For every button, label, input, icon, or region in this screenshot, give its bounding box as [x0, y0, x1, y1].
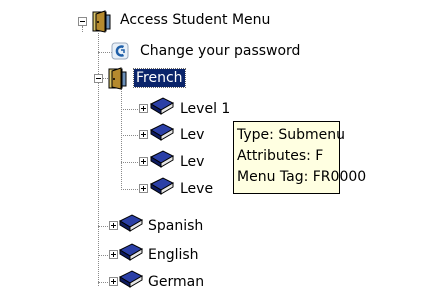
tree-item-access-student-menu[interactable]: Access Student Menu — [120, 11, 270, 29]
tree-line — [121, 109, 138, 110]
expand-spanish-button[interactable] — [109, 221, 118, 230]
tree-item-level-4[interactable]: Leve — [180, 180, 213, 198]
expand-level-button[interactable] — [139, 130, 148, 139]
tree-line — [121, 135, 138, 136]
minus-icon — [96, 78, 101, 79]
expand-english-button[interactable] — [109, 250, 118, 259]
collapse-root-button[interactable] — [78, 17, 87, 26]
book-icon — [150, 177, 174, 195]
change-password-icon — [111, 42, 129, 60]
tree-line — [121, 162, 138, 163]
tree-item-level-2[interactable]: Lev — [180, 126, 204, 144]
tooltip-menu-tag: Menu Tag: FR0000 — [237, 169, 367, 185]
tree-line — [98, 52, 112, 53]
minus-icon — [80, 21, 85, 22]
tree-line — [121, 88, 122, 190]
tree-item-level-3[interactable]: Lev — [180, 153, 204, 171]
door-menu-icon — [92, 10, 111, 33]
book-icon — [119, 243, 143, 261]
book-icon — [150, 150, 174, 168]
book-icon — [119, 214, 143, 232]
tree-item-german[interactable]: German — [148, 273, 204, 291]
menu-tree: Access Student Menu Change your password… — [0, 0, 435, 296]
tooltip-type: Type: Submenu — [237, 127, 345, 143]
tree-line — [121, 189, 138, 190]
tooltip-attributes: Attributes: F — [237, 148, 324, 164]
book-icon — [150, 123, 174, 141]
door-menu-icon — [108, 67, 127, 90]
tree-item-spanish[interactable]: Spanish — [148, 217, 203, 235]
book-icon — [150, 97, 174, 115]
book-icon — [119, 270, 143, 288]
tree-line — [82, 26, 83, 32]
tree-item-change-password[interactable]: Change your password — [140, 42, 300, 60]
tree-item-level-1[interactable]: Level 1 — [180, 100, 230, 118]
tree-item-english[interactable]: English — [148, 246, 199, 264]
expand-german-button[interactable] — [109, 277, 118, 286]
tree-line — [98, 33, 99, 286]
tree-item-french-selected[interactable]: French — [133, 68, 186, 88]
expand-level-button[interactable] — [139, 157, 148, 166]
collapse-french-button[interactable] — [94, 74, 103, 83]
menu-info-tooltip: Type: Submenu Attributes: F Menu Tag: FR… — [233, 121, 367, 194]
expand-level-button[interactable] — [139, 184, 148, 193]
expand-level-button[interactable] — [139, 104, 148, 113]
